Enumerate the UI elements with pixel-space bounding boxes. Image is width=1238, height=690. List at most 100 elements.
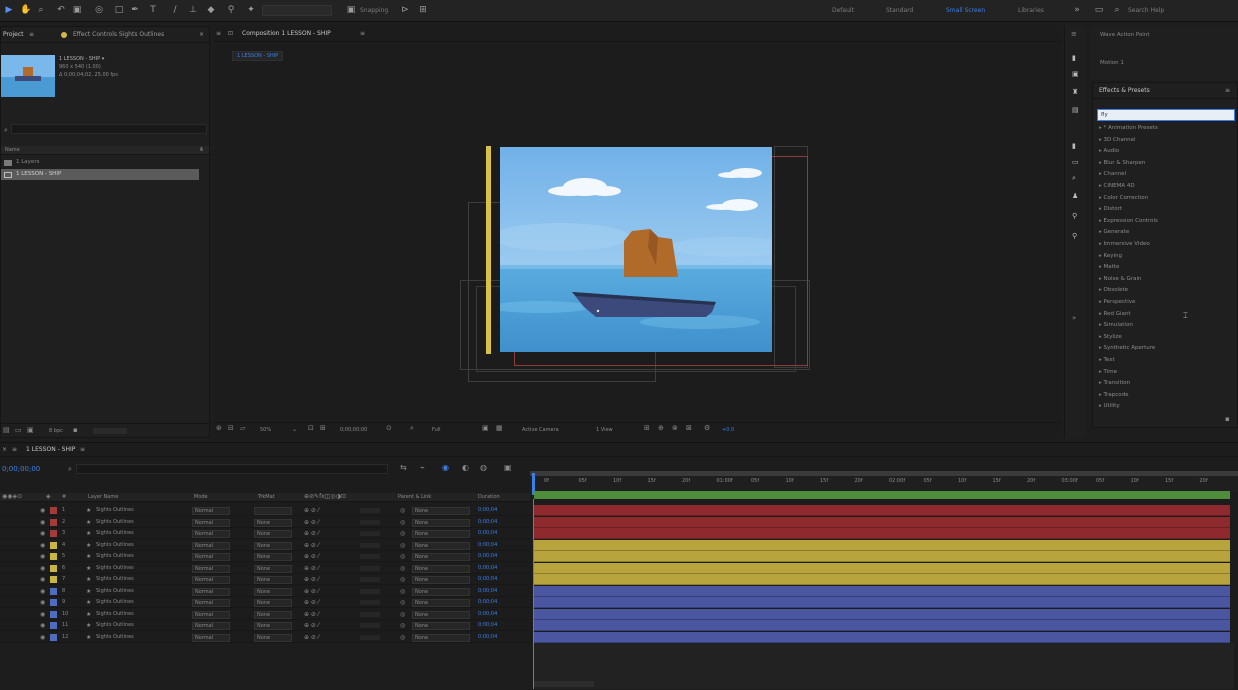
layer-duration[interactable]: 0;00;04 — [478, 551, 497, 562]
table-row[interactable]: ◉ 10 ★ Sights Outlines Normal None ⊕ ⊘ ⁄… — [0, 609, 530, 620]
motion-blur-icon[interactable]: ◍ — [480, 463, 487, 472]
selection-tool-icon[interactable]: ▶ — [4, 5, 14, 15]
pen-tool-icon[interactable]: ✒ — [130, 5, 140, 15]
fast-preview-icon[interactable]: ⊕ — [658, 424, 664, 432]
layer-duration[interactable]: 0;00;04 — [478, 620, 497, 631]
parent-dropdown[interactable]: None — [412, 507, 470, 515]
switch-box[interactable] — [360, 531, 380, 536]
label-color-swatch[interactable] — [50, 633, 57, 641]
layer-name[interactable]: Sights Outlines — [96, 551, 134, 562]
effects-category-item[interactable]: Text — [1099, 357, 1115, 363]
mode-dropdown[interactable]: Normal — [192, 507, 230, 515]
trkmat-dropdown[interactable]: None — [254, 530, 292, 538]
layer-bar[interactable] — [534, 562, 1230, 574]
time-ruler[interactable]: 0f 05f 10f 15f 20f 01:00f 05f 10f 15f 20f 02:00f 05… — [530, 471, 1238, 491]
mode-dropdown[interactable]: Normal — [192, 541, 230, 550]
effects-category-item[interactable]: 3D Channel — [1099, 137, 1136, 143]
layer-name[interactable]: Sights Outlines — [96, 517, 134, 528]
mode-dropdown[interactable]: Normal — [192, 530, 230, 538]
label-color-swatch[interactable] — [50, 553, 57, 560]
delete-icon[interactable]: ▪ — [73, 426, 78, 434]
layer-name[interactable]: Sights Outlines — [96, 574, 134, 585]
tab-menu-icon[interactable]: ≡ — [12, 446, 17, 453]
layer-bar[interactable] — [534, 620, 1230, 631]
shape-tool-icon[interactable]: □ — [114, 5, 124, 15]
rotate-tool-icon[interactable]: ↶ — [56, 5, 66, 15]
switch-icons[interactable]: ⊕ ⊘ ⁄ — [304, 609, 319, 620]
composition-canvas[interactable] — [500, 147, 772, 352]
tab-timeline[interactable]: 1 LESSON - SHIP — [26, 446, 75, 453]
pick-whip-icon[interactable]: ◎ — [400, 597, 405, 608]
layer-bar[interactable] — [534, 574, 1230, 585]
effects-menu-icon[interactable]: ≡ — [1225, 87, 1230, 94]
workspace-standard[interactable]: Standard — [886, 7, 913, 14]
flowchart-icon[interactable]: ⋔ — [199, 146, 204, 153]
views-dropdown[interactable]: 1 View — [596, 427, 613, 433]
close-tab-icon[interactable]: × — [2, 446, 7, 453]
visibility-icon[interactable]: ◉ — [40, 540, 45, 551]
switch-box[interactable] — [360, 588, 380, 594]
layer-bar[interactable] — [534, 505, 1230, 516]
timeline-link-icon[interactable]: ⊗ — [672, 424, 678, 432]
workspace-default[interactable]: Default — [832, 7, 854, 14]
resolution-dropdown[interactable]: Full — [432, 427, 441, 433]
info-icon[interactable]: ▮ — [1072, 54, 1076, 62]
tab-project[interactable]: Project — [3, 31, 24, 38]
graph-editor-icon[interactable]: ▣ — [504, 463, 512, 472]
layer-duration[interactable]: 0;00;04 — [478, 505, 497, 516]
preview-icon[interactable]: ♜ — [1072, 88, 1078, 96]
effects-category-item[interactable]: Channel — [1099, 171, 1127, 177]
layer-name[interactable]: Sights Outlines — [96, 597, 134, 608]
trkmat-dropdown[interactable]: None — [254, 564, 292, 573]
table-row[interactable]: ◉ 5 ★ Sights Outlines Normal None ⊕ ⊘ ⁄ … — [0, 551, 530, 562]
switch-box[interactable] — [360, 634, 380, 640]
switch-icons[interactable]: ⊕ ⊘ ⁄ — [304, 505, 319, 516]
project-search-input[interactable] — [11, 124, 207, 134]
audio-icon[interactable]: ▣ — [1072, 70, 1079, 78]
workspace-libraries[interactable]: Libraries — [1018, 7, 1044, 14]
timeline-search-input[interactable] — [76, 464, 388, 474]
visibility-icon[interactable]: ◉ — [40, 551, 45, 562]
label-color-swatch[interactable] — [50, 599, 57, 606]
tab-effect-controls[interactable]: Effect Controls Sights Outlines — [73, 31, 164, 38]
new-bin-icon[interactable]: ▪ — [1225, 415, 1230, 423]
visibility-icon[interactable]: ◉ — [40, 517, 45, 528]
project-scroll[interactable] — [93, 428, 127, 434]
effects-category-item[interactable]: Utility — [1099, 403, 1120, 409]
pick-whip-icon[interactable]: ◎ — [400, 528, 405, 539]
effects-category-item[interactable]: Generate — [1099, 229, 1130, 235]
visibility-icon[interactable]: ◉ — [40, 505, 45, 516]
roi-icon[interactable]: ▣ — [482, 424, 489, 432]
snapshot-icon[interactable]: ⊙ — [386, 424, 392, 432]
frame-blending-icon[interactable]: ◐ — [462, 463, 469, 472]
parent-dropdown[interactable]: None — [412, 553, 470, 561]
clone-stamp-tool-icon[interactable]: ⊥ — [188, 5, 198, 15]
effects-title[interactable]: Effects & Presets — [1099, 87, 1150, 94]
hand-tool-icon[interactable]: ✋ — [20, 5, 31, 15]
switch-box[interactable] — [360, 508, 380, 513]
effects-category-item[interactable]: Matte — [1099, 264, 1120, 270]
layer-duration[interactable]: 0;00;04 — [478, 540, 497, 551]
parent-dropdown[interactable]: None — [412, 599, 470, 607]
pick-whip-icon[interactable]: ◎ — [400, 632, 405, 643]
comp-timecode[interactable]: 0;00;00;00 — [340, 427, 367, 433]
switch-icons[interactable]: ⊕ ⊘ ⁄ — [304, 620, 319, 631]
shy-layers-icon[interactable]: ◉ — [442, 463, 449, 472]
effects-search-input[interactable]: fly — [1097, 109, 1235, 121]
puppet-tool-icon[interactable]: ✦ — [246, 5, 256, 15]
list-item[interactable]: 1 Layers — [1, 157, 209, 168]
brush-tool-icon[interactable]: / — [170, 5, 180, 15]
layer-bar[interactable] — [534, 631, 1230, 643]
mode-dropdown[interactable]: Normal — [192, 633, 230, 642]
table-row[interactable]: ◉ 8 ★ Sights Outlines Normal None ⊕ ⊘ ⁄ … — [0, 586, 530, 597]
effects-category-item[interactable]: Transition — [1099, 380, 1131, 386]
table-row[interactable]: ◉ 1 ★ Sights Outlines Normal ⊕ ⊘ ⁄ ◎ Non… — [0, 505, 530, 516]
trkmat-dropdown[interactable]: None — [254, 587, 292, 596]
layer-bar[interactable] — [534, 528, 1230, 539]
parent-dropdown[interactable]: None — [412, 530, 470, 538]
tab-composition[interactable]: Composition 1 LESSON - SHIP — [242, 30, 331, 37]
tab-menu-icon[interactable]: ≡ — [360, 30, 365, 37]
region-icon[interactable]: ▱ — [240, 424, 245, 432]
effects-category-item[interactable]: Trapcode — [1099, 392, 1129, 398]
layer-name-column[interactable]: Layer Name — [88, 494, 118, 500]
